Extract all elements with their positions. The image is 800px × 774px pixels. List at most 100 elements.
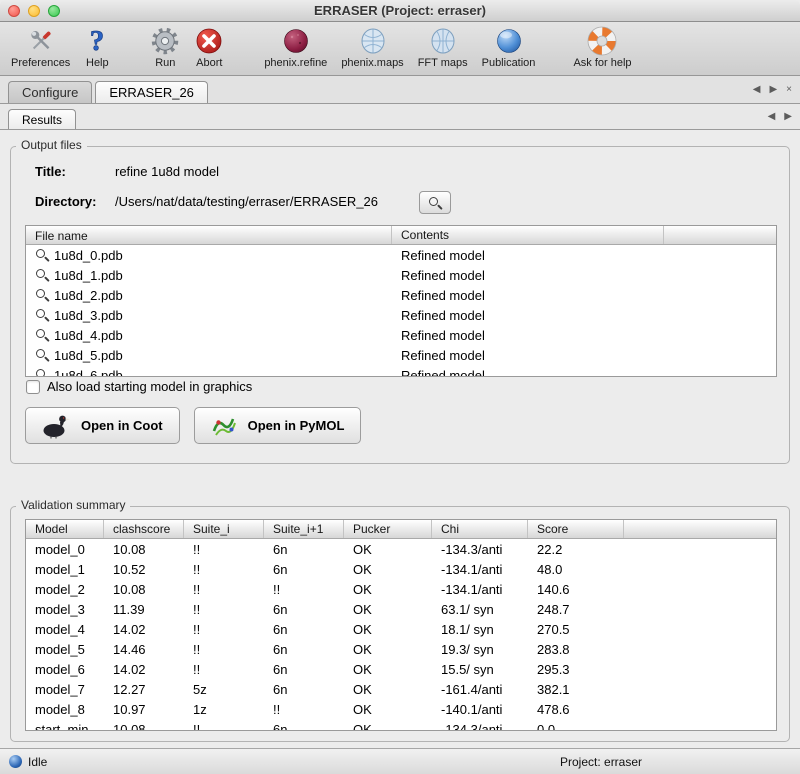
phenix-maps-mesh-icon [359,24,387,57]
column-header-chi[interactable]: Chi [432,520,528,538]
cell-suite-i1: 6n [264,722,344,732]
tab-scroll-left-icon[interactable]: ◀ [768,112,776,122]
toolbar-button-phenix-maps[interactable]: phenix.maps [334,24,410,69]
cell-suite-i1: 6n [264,682,344,697]
file-name: 1u8d_4.pdb [54,328,123,343]
cell-pucker: OK [344,702,432,717]
file-row[interactable]: 1u8d_0.pdb Refined model [26,245,776,265]
toolbar-label: Publication [482,57,536,69]
tab-results[interactable]: Results [8,109,76,129]
cell-model: model_4 [26,622,104,637]
file-row[interactable]: 1u8d_6.pdb Refined model [26,365,776,377]
checkbox-label[interactable]: Also load starting model in graphics [47,379,252,394]
status-sphere-icon [9,755,22,768]
cell-suite-i: !! [184,542,264,557]
toolbar-button-fft-maps[interactable]: FFT maps [411,24,475,69]
column-header-model[interactable]: Model [26,520,104,538]
toolbar-label: phenix.maps [341,57,403,69]
cell-suite-i1: 6n [264,642,344,657]
open-in-coot-button[interactable]: Open in Coot [25,407,180,444]
column-header-file-name[interactable]: File name [26,226,392,244]
tab-scroll-right-icon[interactable]: ▶ [769,85,777,95]
toolbar-label: FFT maps [418,57,468,69]
file-row[interactable]: 1u8d_3.pdb Refined model [26,305,776,325]
open-in-pymol-button[interactable]: Open in PyMOL [194,407,362,444]
validation-row[interactable]: start_min 10.08 !! 6n OK -134.3/anti 0.0 [26,719,776,731]
file-table-header: File name Contents [26,226,776,245]
main-tab-bar: Configure ERRASER_26 ◀ ▶ × [0,76,800,104]
zoom-button[interactable] [48,5,60,17]
validation-row[interactable]: model_0 10.08 !! 6n OK -134.3/anti 22.2 [26,539,776,559]
minimize-button[interactable] [28,5,40,17]
file-row[interactable]: 1u8d_4.pdb Refined model [26,325,776,345]
toolbar-button-preferences[interactable]: Preferences [4,24,77,69]
column-header-suite-i1[interactable]: Suite_i+1 [264,520,344,538]
toolbar-label: phenix.refine [264,57,327,69]
output-files-group: Output files Title: refine 1u8d model Di… [10,146,790,464]
tab-configure[interactable]: Configure [8,81,92,103]
file-contents: Refined model [392,268,664,283]
help-question-icon: ? [84,24,110,57]
validation-row[interactable]: model_3 11.39 !! 6n OK 63.1/ syn 248.7 [26,599,776,619]
magnifier-icon [35,268,49,282]
toolbar-button-ask-for-help[interactable]: Ask for help [566,24,638,69]
validation-row[interactable]: model_7 12.27 5z 6n OK -161.4/anti 382.1 [26,679,776,699]
cell-clashscore: 10.97 [104,702,184,717]
toolbar-button-run[interactable]: Run [143,24,187,69]
cell-suite-i1: 6n [264,602,344,617]
status-indicator: Idle [0,755,47,769]
tab-scroll-left-icon[interactable]: ◀ [753,85,761,95]
cell-clashscore: 11.39 [104,602,184,617]
cell-clashscore: 14.02 [104,662,184,677]
column-header-contents[interactable]: Contents [392,226,664,244]
column-header-suite-i[interactable]: Suite_i [184,520,264,538]
toolbar-button-publication[interactable]: Publication [475,24,543,69]
preferences-tools-icon [26,24,56,57]
cell-score: 382.1 [528,682,624,697]
cell-chi: 63.1/ syn [432,602,528,617]
validation-row[interactable]: model_1 10.52 !! 6n OK -134.1/anti 48.0 [26,559,776,579]
file-row[interactable]: 1u8d_5.pdb Refined model [26,345,776,365]
button-label: Open in PyMOL [248,418,345,433]
toolbar: Preferences ? Help Run [0,22,800,76]
cell-chi: 19.3/ syn [432,642,528,657]
abort-x-icon [194,24,224,57]
status-project: Project: erraser [560,755,642,769]
validation-row[interactable]: model_5 14.46 !! 6n OK 19.3/ syn 283.8 [26,639,776,659]
column-header-score[interactable]: Score [528,520,624,538]
close-button[interactable] [8,5,20,17]
validation-row[interactable]: model_4 14.02 !! 6n OK 18.1/ syn 270.5 [26,619,776,639]
cell-model: model_7 [26,682,104,697]
file-row[interactable]: 1u8d_2.pdb Refined model [26,285,776,305]
validation-row[interactable]: model_8 10.97 1z !! OK -140.1/anti 478.6 [26,699,776,719]
cell-pucker: OK [344,642,432,657]
cell-model: model_1 [26,562,104,577]
column-header-pucker[interactable]: Pucker [344,520,432,538]
load-starting-model-checkbox[interactable] [26,380,40,394]
column-header-clashscore[interactable]: clashscore [104,520,184,538]
tab-close-icon[interactable]: × [786,85,792,95]
browse-directory-button[interactable] [419,191,451,214]
magnifier-icon [35,288,49,302]
cell-score: 270.5 [528,622,624,637]
tab-erraser-26[interactable]: ERRASER_26 [95,81,208,103]
validation-row[interactable]: model_6 14.02 !! 6n OK 15.5/ syn 295.3 [26,659,776,679]
cell-score: 48.0 [528,562,624,577]
toolbar-button-abort[interactable]: Abort [187,24,231,69]
cell-pucker: OK [344,602,432,617]
magnifier-icon [428,196,442,210]
validation-row[interactable]: model_2 10.08 !! !! OK -134.1/anti 140.6 [26,579,776,599]
cell-score: 248.7 [528,602,624,617]
toolbar-button-help[interactable]: ? Help [77,24,117,69]
cell-suite-i: 5z [184,682,264,697]
tab-scroll-right-icon[interactable]: ▶ [784,112,792,122]
cell-model: model_6 [26,662,104,677]
sub-tab-bar: Results ◀ ▶ [0,104,800,130]
validation-table: Model clashscore Suite_i Suite_i+1 Pucke… [25,519,777,731]
cell-score: 295.3 [528,662,624,677]
cell-pucker: OK [344,662,432,677]
file-row[interactable]: 1u8d_1.pdb Refined model [26,265,776,285]
file-name: 1u8d_2.pdb [54,288,123,303]
toolbar-button-phenix-refine[interactable]: phenix.refine [257,24,334,69]
cell-suite-i: !! [184,582,264,597]
